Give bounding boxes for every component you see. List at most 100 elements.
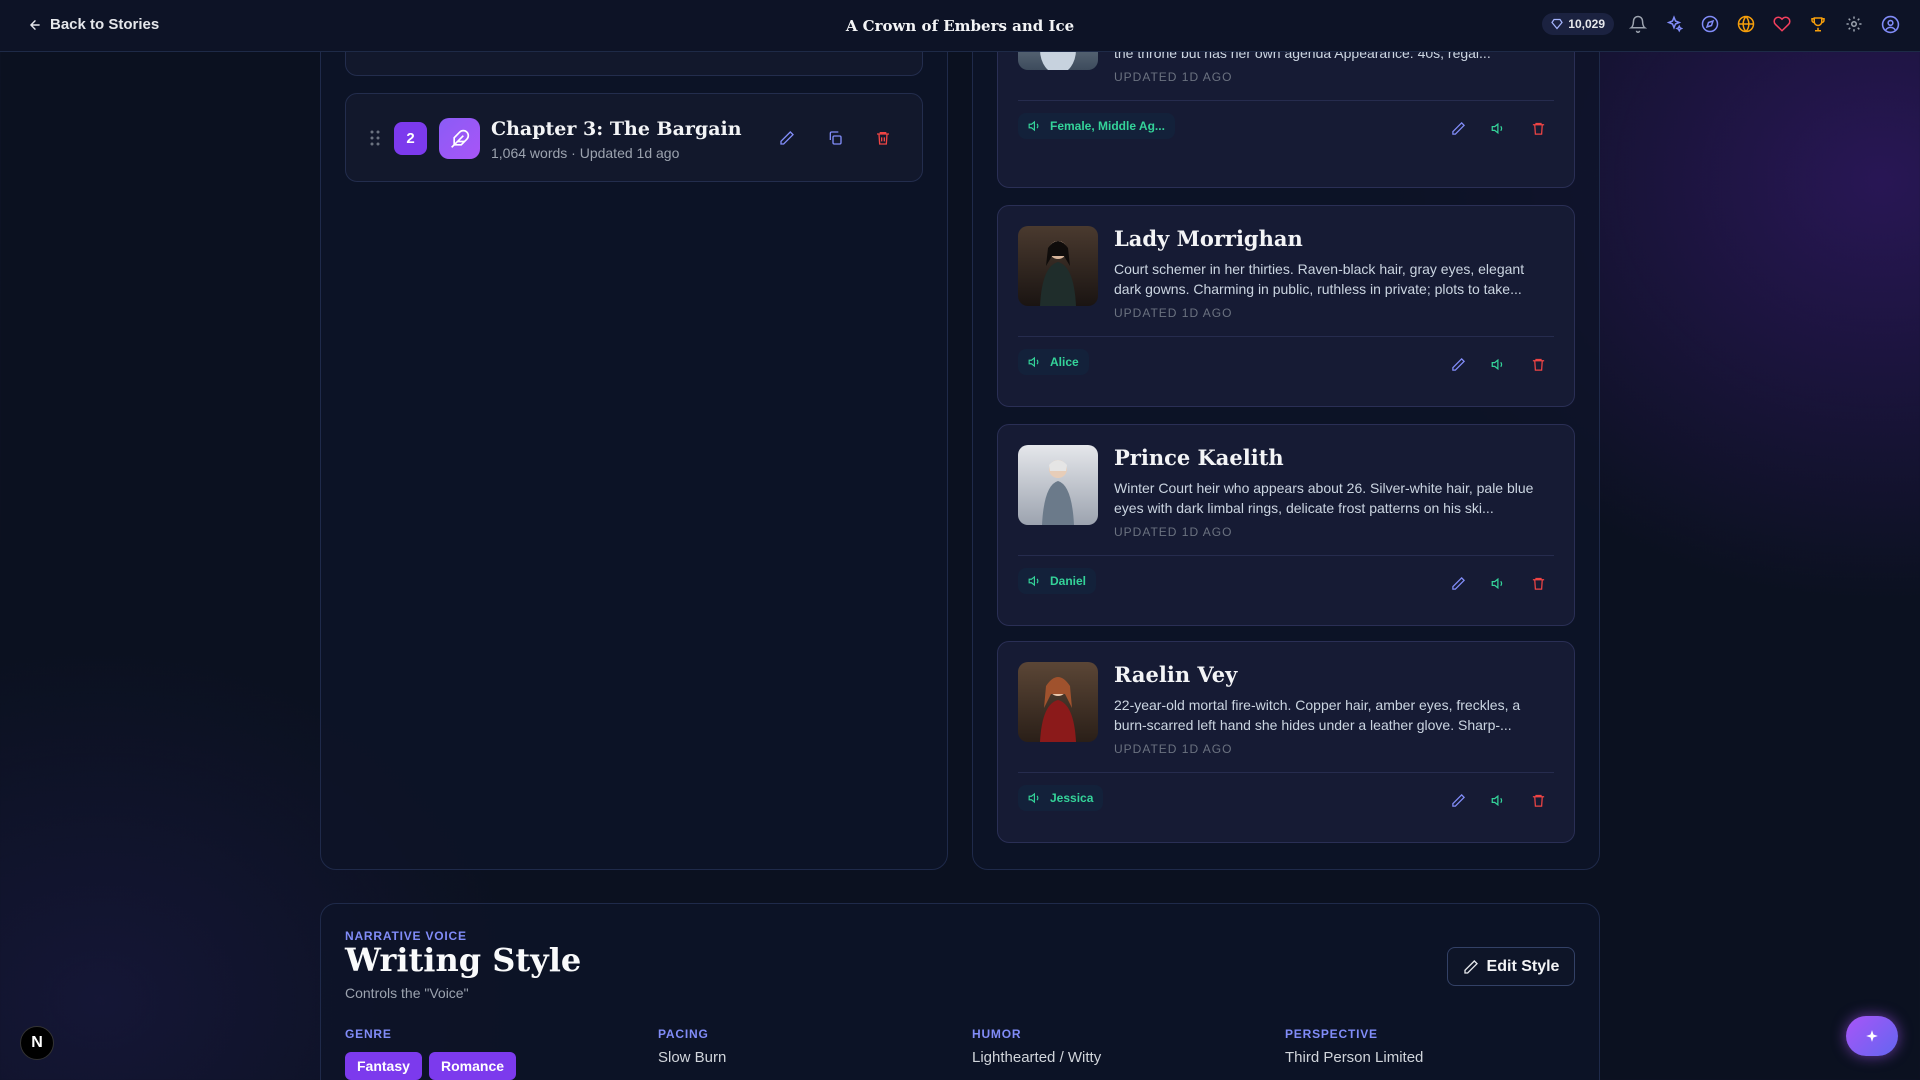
settings-button[interactable] [1842,12,1866,36]
divider [1018,555,1554,556]
play-voice-button[interactable] [1486,352,1510,376]
perspective-label: PERSPECTIVE [1285,1027,1378,1041]
top-actions: 10,029 [1542,12,1902,36]
bell-icon [1629,15,1647,33]
character-name: Lady Morrighan [1114,226,1303,251]
speaker-icon [1491,794,1502,806]
voice-name: Jessica [1050,791,1094,805]
pencil-icon [1451,576,1465,590]
chapter-meta: 1,064 words · Updated 1d ago [491,145,680,161]
trophy-icon [1811,17,1825,32]
edit-style-button[interactable]: Edit Style [1447,947,1575,986]
sparkles-icon [1666,15,1683,33]
pacing-value: Slow Burn [658,1049,727,1066]
top-bar: Back to Stories A Crown of Embers and Ic… [0,0,1920,52]
genre-label: GENRE [345,1027,392,1041]
globe-icon [1737,15,1755,33]
trash-icon [1532,577,1544,590]
character-updated: UPDATED 1D AGO [1114,70,1233,84]
voice-tag[interactable]: Jessica [1018,785,1104,811]
trash-icon [1532,122,1544,135]
speaker-icon [1028,575,1039,587]
speaker-icon [1028,120,1039,132]
edit-character-button[interactable] [1446,352,1470,376]
trash-icon [1532,794,1544,807]
trash-icon [1532,358,1544,371]
feather-icon [439,118,480,159]
sparkle-icon [1866,1030,1878,1042]
gem-count: 10,029 [1568,17,1605,31]
speaker-icon [1028,356,1039,368]
voice-name: Daniel [1050,574,1087,588]
compass-icon [1701,15,1719,33]
back-to-stories-link[interactable]: Back to Stories [28,16,159,33]
duplicate-chapter-button[interactable] [823,126,847,150]
genre-pill[interactable]: Fantasy [345,1052,422,1080]
character-card[interactable]: Lady Morrighan Court schemer in her thir… [997,205,1575,407]
character-description: Court schemer in her thirties. Raven-bla… [1114,261,1525,297]
divider [1018,336,1554,337]
ai-assistant-button[interactable] [1846,1016,1898,1056]
character-card[interactable]: Prince Kaelith Winter Court heir who app… [997,424,1575,626]
voice-tag[interactable]: Daniel [1018,568,1097,594]
drag-handle-icon[interactable] [370,130,380,151]
achievements-button[interactable] [1806,12,1830,36]
chapter-card[interactable]: 2 Chapter 3: The Bargain 1,064 words · U… [345,93,923,182]
user-icon [1881,15,1899,33]
trash-icon [877,132,889,145]
profile-button[interactable] [1878,12,1902,36]
delete-character-button[interactable] [1526,352,1550,376]
writing-style-title: Writing Style [345,941,582,979]
edit-character-button[interactable] [1446,788,1470,812]
delete-character-button[interactable] [1526,571,1550,595]
speaker-icon [1491,358,1502,370]
delete-chapter-button[interactable] [871,126,895,150]
play-voice-button[interactable] [1486,788,1510,812]
voice-tag[interactable]: Female, Middle Ag... [1018,113,1175,139]
character-updated: UPDATED 1D AGO [1114,306,1233,320]
character-avatar [1018,445,1098,525]
character-name: Prince Kaelith [1114,445,1284,470]
speaker-icon [1491,577,1502,589]
favorites-button[interactable] [1770,12,1794,36]
writing-style-subtitle: Controls the "Voice" [345,985,469,1001]
app-badge[interactable]: N [20,1026,54,1060]
pencil-icon [780,131,794,145]
speaker-icon [1491,122,1502,134]
perspective-value: Third Person Limited [1285,1049,1424,1066]
sparkles-button[interactable] [1662,12,1686,36]
pencil-icon [1451,357,1465,371]
heart-icon [1773,16,1791,32]
edit-character-button[interactable] [1446,116,1470,140]
edit-chapter-button[interactable] [775,126,799,150]
humor-label: HUMOR [972,1027,1022,1041]
edit-style-label: Edit Style [1486,957,1560,975]
notifications-button[interactable] [1626,12,1650,36]
genre-pill[interactable]: Romance [429,1052,517,1080]
back-label: Back to Stories [50,16,160,33]
character-name: Raelin Vey [1114,662,1238,687]
pencil-icon [1451,793,1465,807]
chapter-title: Chapter 3: The Bargain [491,118,742,140]
delete-character-button[interactable] [1526,788,1550,812]
pencil-icon [1463,959,1478,974]
pacing-label: PACING [658,1027,709,1041]
play-voice-button[interactable] [1486,571,1510,595]
explore-button[interactable] [1698,12,1722,36]
humor-value: Lighthearted / Witty [972,1049,1102,1066]
pencil-icon [1451,121,1465,135]
delete-character-button[interactable] [1526,116,1550,140]
character-avatar [1018,226,1098,306]
character-card[interactable]: Raelin Vey 22-year-old mortal fire-witch… [997,641,1575,843]
character-updated: UPDATED 1D AGO [1114,525,1233,539]
chapter-number-badge: 2 [394,122,427,155]
character-description: 22-year-old mortal fire-witch. Copper ha… [1114,697,1521,733]
gem-balance[interactable]: 10,029 [1542,13,1614,35]
play-voice-button[interactable] [1486,116,1510,140]
voice-tag[interactable]: Alice [1018,349,1089,375]
gem-icon [1551,18,1564,30]
arrow-left-icon [30,19,40,30]
globe-button[interactable] [1734,12,1758,36]
speaker-icon [1028,792,1039,804]
edit-character-button[interactable] [1446,571,1470,595]
